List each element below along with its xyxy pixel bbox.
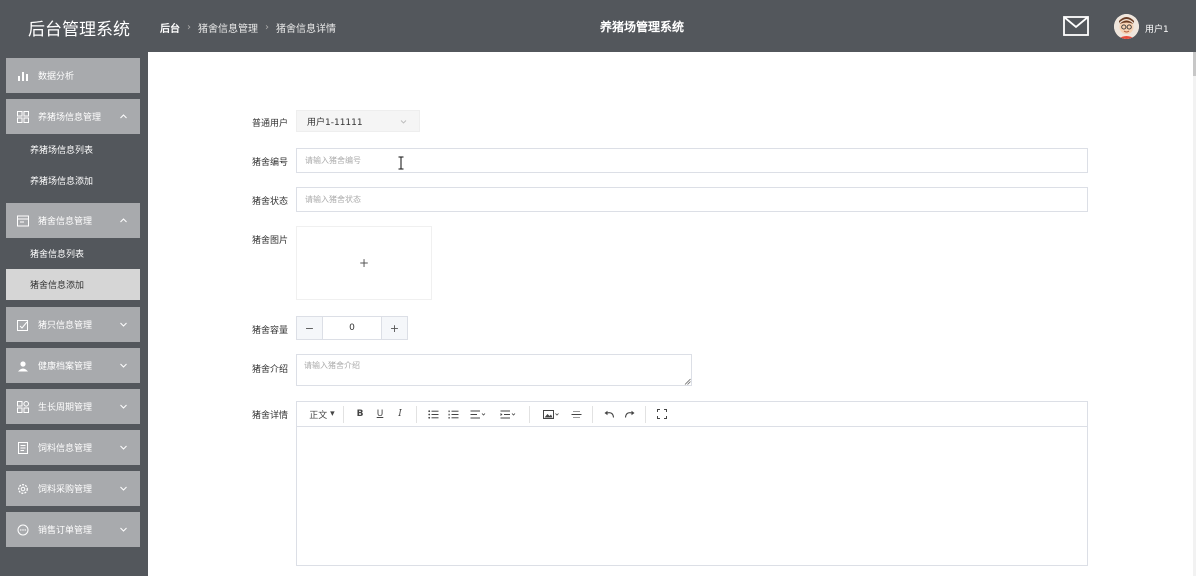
underline-button[interactable]: U bbox=[370, 404, 390, 424]
menu-group-farm-info: 养猪场信息管理 养猪场信息列表 养猪场信息添加 bbox=[6, 99, 140, 196]
chevron-down-icon bbox=[400, 120, 407, 124]
user-select-value: 用户1-11111 bbox=[307, 117, 363, 128]
chevron-down-icon bbox=[120, 363, 127, 368]
menu-head-label: 销售订单管理 bbox=[38, 526, 93, 536]
menu-group-health-records: 健康档案管理 bbox=[6, 348, 140, 383]
menu-head-label: 健康档案管理 bbox=[38, 362, 93, 372]
menu-head-pig-info[interactable]: 猪只信息管理 bbox=[6, 307, 140, 342]
settings-icon bbox=[18, 483, 28, 494]
image-upload[interactable]: + bbox=[296, 226, 432, 300]
menu-group-growth-cycle: 生长周期管理 bbox=[6, 389, 140, 424]
sidebar-item-pigsty-list[interactable]: 猪舍信息列表 bbox=[6, 238, 140, 269]
menu-head-label: 猪舍信息管理 bbox=[38, 217, 93, 227]
menu-head-label: 养猪场信息管理 bbox=[38, 113, 102, 123]
editor-toolbar: 正文 ▾ B U I bbox=[297, 402, 1087, 427]
text-cursor-icon bbox=[398, 156, 404, 170]
indent-icon[interactable] bbox=[493, 404, 523, 424]
menu-group-pig-info: 猪只信息管理 bbox=[6, 307, 140, 342]
menu-head-label: 猪只信息管理 bbox=[38, 321, 93, 331]
menu-group-feed-info: 饲料信息管理 bbox=[6, 430, 140, 465]
grid-icon bbox=[17, 110, 29, 123]
sidebar-item-pigsty-add[interactable]: 猪舍信息添加 bbox=[6, 269, 140, 300]
plus-icon: + bbox=[358, 256, 370, 270]
chevron-down-icon bbox=[120, 445, 127, 450]
toolbar-divider bbox=[343, 405, 344, 423]
decrement-button[interactable]: − bbox=[297, 317, 322, 339]
toolbar-divider bbox=[416, 405, 417, 423]
numbered-list-icon[interactable] bbox=[443, 404, 463, 424]
user-label: 普通用户 bbox=[252, 119, 289, 129]
resize-handle-icon[interactable] bbox=[684, 378, 691, 385]
menu-head-feed-purchase[interactable]: 饲料采购管理 bbox=[6, 471, 140, 506]
menu-group-sales-orders: 销售订单管理 bbox=[6, 512, 140, 547]
heading-select-label: 正文 bbox=[309, 410, 328, 421]
chat-icon bbox=[17, 524, 29, 535]
redo-icon[interactable] bbox=[619, 404, 639, 424]
menu-head-label: 饲料采购管理 bbox=[38, 485, 93, 495]
divider-line-icon[interactable] bbox=[566, 404, 586, 424]
menu-head-feed-info[interactable]: 饲料信息管理 bbox=[6, 430, 140, 465]
user-icon bbox=[18, 360, 28, 371]
pigsty-status-input[interactable] bbox=[296, 187, 1088, 212]
bar-chart-icon bbox=[18, 71, 28, 81]
chevron-down-icon bbox=[120, 527, 127, 532]
intro-textarea[interactable] bbox=[296, 354, 692, 386]
editor-content-area[interactable] bbox=[297, 427, 1087, 565]
menu-head-sales-orders[interactable]: 销售订单管理 bbox=[6, 512, 140, 547]
menu-head-pigsty-info[interactable]: 猪舍信息管理 bbox=[6, 203, 140, 238]
avatar[interactable] bbox=[1114, 14, 1139, 39]
pigsty-code-input[interactable] bbox=[296, 148, 1088, 173]
capacity-value[interactable]: 0 bbox=[322, 317, 382, 339]
capacity-label: 猪舍容量 bbox=[252, 326, 289, 336]
submenu-farm-info: 养猪场信息列表 养猪场信息添加 bbox=[6, 134, 140, 196]
toolbar-divider bbox=[592, 405, 593, 423]
capacity-stepper: − 0 + bbox=[296, 316, 408, 340]
menu-group-data-analysis: 数据分析 bbox=[6, 58, 140, 93]
window-icon bbox=[17, 215, 29, 226]
document-icon bbox=[18, 441, 28, 454]
image-icon[interactable] bbox=[536, 404, 566, 424]
menu-head-data-analysis[interactable]: 数据分析 bbox=[6, 58, 140, 93]
menu-head-health-records[interactable]: 健康档案管理 bbox=[6, 348, 140, 383]
menu-group-feed-purchase: 饲料采购管理 bbox=[6, 471, 140, 506]
bold-button[interactable]: B bbox=[350, 404, 370, 424]
menu-head-label: 数据分析 bbox=[38, 72, 75, 82]
italic-button[interactable]: I bbox=[390, 404, 410, 424]
bullet-list-icon[interactable] bbox=[423, 404, 443, 424]
menu-head-label: 饲料信息管理 bbox=[38, 444, 93, 454]
user-select[interactable]: 用户1-11111 bbox=[296, 110, 420, 132]
status-label: 猪舍状态 bbox=[252, 197, 289, 207]
apps-icon bbox=[17, 400, 29, 413]
fullscreen-icon[interactable] bbox=[652, 404, 672, 424]
sidebar: 数据分析 养猪场信息管理 养猪场信息列表 养猪场信息添加 猪舍信息管理 猪舍信息… bbox=[0, 52, 148, 576]
mail-icon[interactable] bbox=[1063, 16, 1089, 36]
user-name[interactable]: 用户1 bbox=[1145, 22, 1169, 35]
chevron-down-icon bbox=[120, 486, 127, 491]
menu-head-farm-info[interactable]: 养猪场信息管理 bbox=[6, 99, 140, 134]
rich-text-editor: 正文 ▾ B U I bbox=[296, 401, 1088, 566]
undo-icon[interactable] bbox=[599, 404, 619, 424]
chevron-up-icon bbox=[120, 114, 127, 119]
toolbar-divider bbox=[529, 405, 530, 423]
code-label: 猪舍编号 bbox=[252, 158, 289, 168]
edit-icon bbox=[17, 319, 28, 331]
image-label: 猪舍图片 bbox=[252, 236, 289, 246]
detail-label: 猪舍详情 bbox=[252, 411, 289, 421]
align-icon[interactable] bbox=[463, 404, 493, 424]
intro-label: 猪舍介绍 bbox=[252, 365, 289, 375]
top-header: 后台管理系统 后台 › 猪舍信息管理 › 猪舍信息详情 养猪场管理系统 用户1 bbox=[0, 0, 1196, 52]
toolbar-divider bbox=[645, 405, 646, 423]
heading-select[interactable]: 正文 ▾ bbox=[307, 404, 337, 424]
menu-head-growth-cycle[interactable]: 生长周期管理 bbox=[6, 389, 140, 424]
chevron-up-icon bbox=[120, 218, 127, 223]
chevron-down-icon bbox=[120, 322, 127, 327]
menu-head-label: 生长周期管理 bbox=[38, 403, 93, 413]
increment-button[interactable]: + bbox=[382, 317, 407, 339]
sidebar-item-farm-list[interactable]: 养猪场信息列表 bbox=[6, 134, 140, 165]
sidebar-item-farm-add[interactable]: 养猪场信息添加 bbox=[6, 165, 140, 196]
system-title: 养猪场管理系统 bbox=[599, 20, 684, 34]
submenu-pigsty-info: 猪舍信息列表 猪舍信息添加 bbox=[6, 238, 140, 300]
menu-group-pigsty-info: 猪舍信息管理 猪舍信息列表 猪舍信息添加 bbox=[6, 203, 140, 300]
chevron-down-icon bbox=[120, 404, 127, 409]
